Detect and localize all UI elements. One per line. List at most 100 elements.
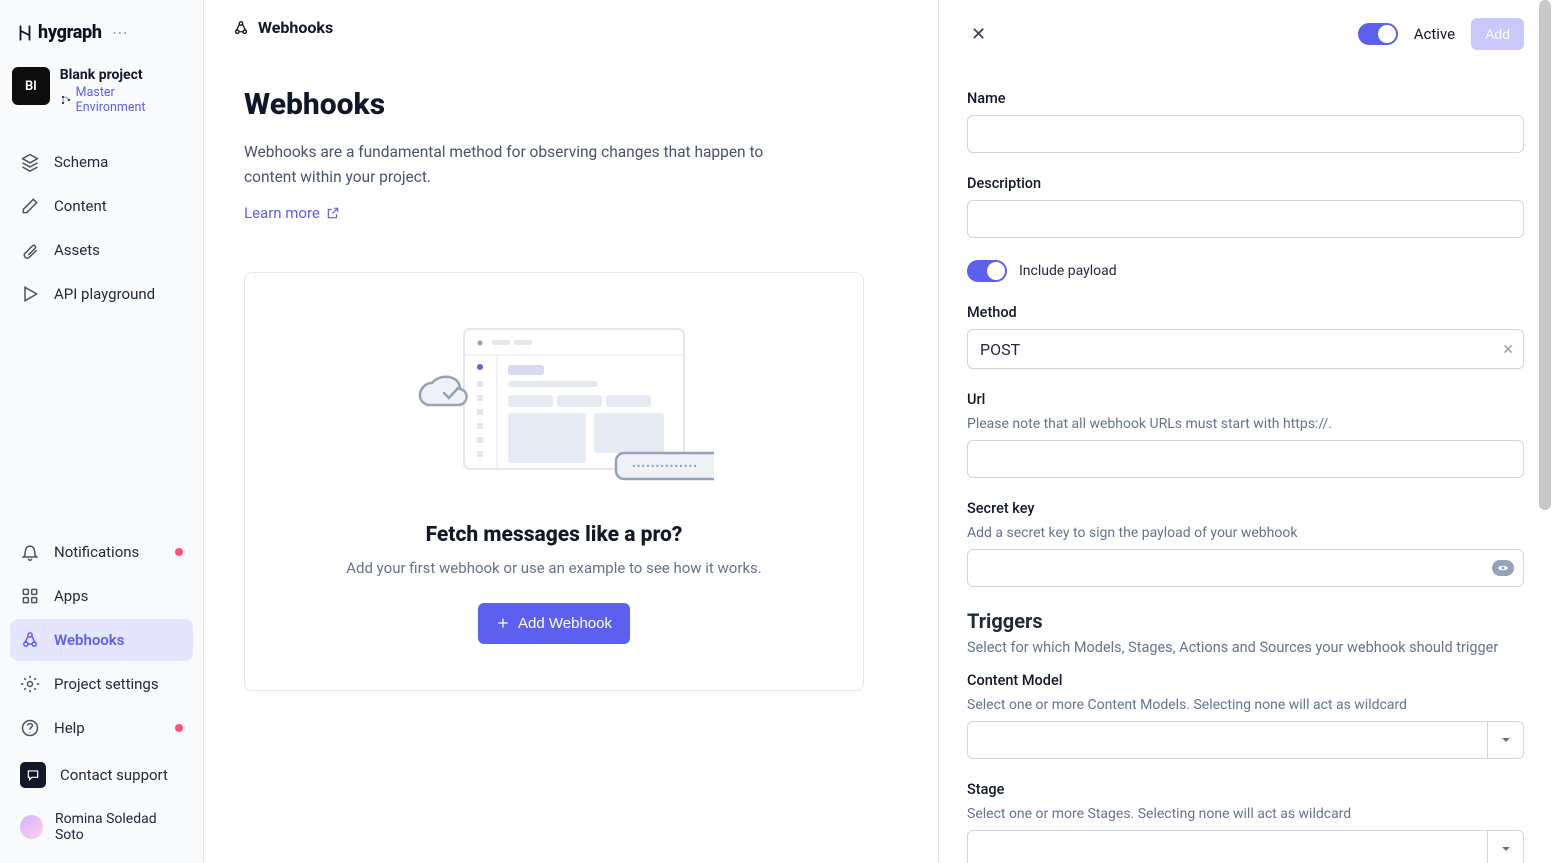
- method-value: POST: [980, 340, 1020, 359]
- webhook-icon: [232, 19, 250, 37]
- field-method: Method POST ×: [967, 304, 1524, 369]
- secret-label: Secret key: [967, 500, 1524, 517]
- stage-help: Select one or more Stages. Selecting non…: [967, 806, 1524, 822]
- project-avatar: Bl: [12, 67, 50, 105]
- grid-icon: [20, 586, 40, 606]
- empty-state-heading: Fetch messages like a pro?: [426, 523, 683, 547]
- name-label: Name: [967, 90, 1524, 107]
- sidebar-item-label: Schema: [54, 153, 108, 171]
- method-select[interactable]: POST ×: [967, 329, 1524, 369]
- sidebar-item-contact-support[interactable]: Contact support: [10, 751, 193, 799]
- sidebar-item-label: Notifications: [54, 543, 139, 561]
- scrollbar[interactable]: [1538, 0, 1552, 863]
- triggers-sub: Select for which Models, Stages, Actions…: [967, 639, 1524, 656]
- sidebar-item-help[interactable]: Help: [10, 707, 193, 749]
- help-icon: [20, 718, 40, 738]
- app-logo[interactable]: hygraph: [16, 22, 102, 43]
- toggle-knob: [987, 262, 1005, 280]
- empty-state-sub: Add your first webhook or use an example…: [346, 559, 762, 577]
- description-label: Description: [967, 175, 1524, 192]
- plus-icon: [496, 616, 510, 630]
- titlebar-title: Webhooks: [258, 18, 333, 37]
- project-environment: Master Environment: [60, 85, 187, 115]
- sidebar-item-content[interactable]: Content: [10, 185, 193, 227]
- add-webhook-button[interactable]: Add Webhook: [478, 603, 630, 644]
- include-payload-label: Include payload: [1019, 263, 1117, 279]
- sidebar-item-schema[interactable]: Schema: [10, 141, 193, 183]
- user-name: Romina Soledad Soto: [55, 811, 183, 843]
- sidebar-user[interactable]: Romina Soledad Soto: [10, 801, 193, 853]
- description-input[interactable]: [967, 200, 1524, 238]
- avatar: [20, 815, 43, 839]
- secret-input[interactable]: [967, 549, 1524, 587]
- logo-icon: [16, 24, 34, 42]
- external-link-icon: [326, 206, 340, 220]
- field-url: Url Please note that all webhook URLs mu…: [967, 391, 1524, 478]
- chevron-down-icon[interactable]: [1487, 831, 1523, 863]
- reveal-icon[interactable]: [1492, 560, 1514, 576]
- sidebar-item-label: Contact support: [60, 766, 168, 784]
- secret-help: Add a secret key to sign the payload of …: [967, 525, 1524, 541]
- toggle-knob: [1378, 25, 1396, 43]
- sidebar-item-assets[interactable]: Assets: [10, 229, 193, 271]
- app-menu-icon[interactable]: ⋯: [112, 23, 129, 42]
- sidebar-item-label: Project settings: [54, 675, 159, 693]
- svg-text:••••••••••••••: ••••••••••••••: [632, 460, 698, 473]
- sidebar-item-label: API playground: [54, 285, 155, 303]
- url-label: Url: [967, 391, 1524, 408]
- app-name: hygraph: [38, 22, 102, 43]
- secondary-nav: Notifications Apps Webhooks Project sett…: [10, 531, 193, 853]
- sidebar-item-label: Content: [54, 197, 107, 215]
- sidebar-item-api-playground[interactable]: API playground: [10, 273, 193, 315]
- include-payload-toggle[interactable]: [967, 260, 1007, 282]
- url-input[interactable]: [967, 440, 1524, 478]
- create-webhook-panel: ✕ Active Add Name Description Include pa…: [938, 0, 1552, 863]
- content-area: Webhooks Webhooks are a fundamental meth…: [204, 55, 938, 723]
- branch-icon: [60, 94, 72, 106]
- notification-dot-icon: [175, 724, 183, 732]
- method-label: Method: [967, 304, 1524, 321]
- gear-icon: [20, 674, 40, 694]
- primary-nav: Schema Content Assets API playground: [10, 141, 193, 531]
- triggers-heading: Triggers: [967, 609, 1524, 633]
- active-toggle[interactable]: [1358, 23, 1398, 45]
- sidebar-item-label: Webhooks: [54, 631, 124, 649]
- field-name: Name: [967, 90, 1524, 153]
- empty-state-illustration: ••••••••••••••: [394, 313, 714, 493]
- notification-dot-icon: [175, 548, 183, 556]
- close-icon[interactable]: ✕: [967, 20, 990, 49]
- project-switcher[interactable]: Bl Blank project Master Environment: [10, 61, 193, 133]
- panel-header: ✕ Active Add: [967, 18, 1524, 50]
- clear-icon[interactable]: ×: [1503, 339, 1513, 360]
- content-model-label: Content Model: [967, 672, 1524, 689]
- learn-more-link[interactable]: Learn more: [244, 204, 340, 222]
- field-stage: Stage Select one or more Stages. Selecti…: [967, 781, 1524, 863]
- url-help: Please note that all webhook URLs must s…: [967, 416, 1524, 432]
- webhook-icon: [20, 630, 40, 650]
- bell-icon: [20, 542, 40, 562]
- project-name: Blank project: [60, 67, 187, 83]
- stage-select[interactable]: [967, 830, 1524, 863]
- field-include-payload: Include payload: [967, 260, 1524, 282]
- page-title: Webhooks: [244, 87, 898, 122]
- name-input[interactable]: [967, 115, 1524, 153]
- play-icon: [20, 284, 40, 304]
- field-description: Description: [967, 175, 1524, 238]
- add-button[interactable]: Add: [1471, 18, 1524, 50]
- sidebar-item-project-settings[interactable]: Project settings: [10, 663, 193, 705]
- chevron-down-icon[interactable]: [1487, 722, 1523, 758]
- sidebar-item-webhooks[interactable]: Webhooks: [10, 619, 193, 661]
- sidebar: hygraph ⋯ Bl Blank project Master Enviro…: [0, 0, 204, 863]
- sidebar-item-apps[interactable]: Apps: [10, 575, 193, 617]
- sidebar-item-label: Assets: [54, 241, 100, 259]
- layers-icon: [20, 152, 40, 172]
- logo-row: hygraph ⋯: [10, 16, 193, 61]
- sidebar-item-label: Apps: [54, 587, 88, 605]
- scrollbar-thumb[interactable]: [1539, 0, 1551, 510]
- sidebar-item-notifications[interactable]: Notifications: [10, 531, 193, 573]
- chat-icon: [20, 762, 46, 788]
- edit-icon: [20, 196, 40, 216]
- content-model-select[interactable]: [967, 721, 1524, 759]
- main-content: Webhooks Webhooks Webhooks are a fundame…: [204, 0, 938, 863]
- page-description: Webhooks are a fundamental method for ob…: [244, 140, 764, 190]
